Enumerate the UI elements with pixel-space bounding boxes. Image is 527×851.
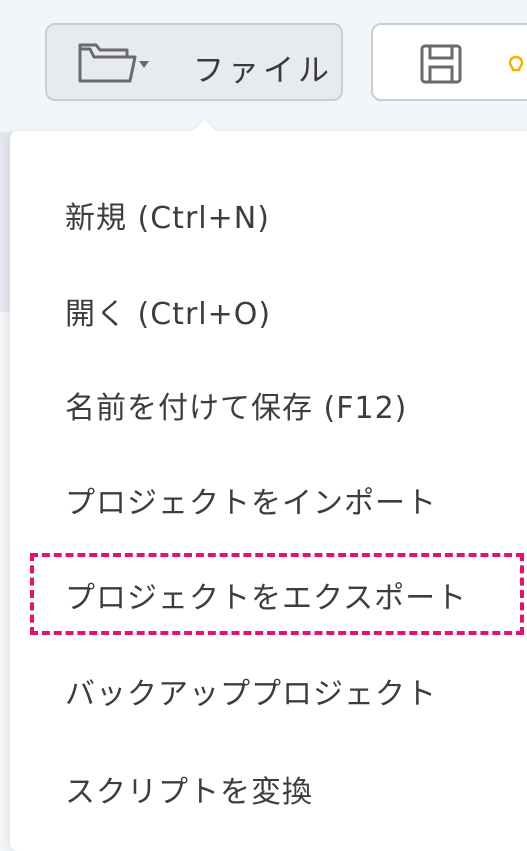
- file-menu-label: ファイル: [193, 53, 333, 89]
- menu-item-label: プロジェクトをエクスポート: [65, 581, 468, 616]
- save-icon: [419, 43, 463, 85]
- menu-item-label: スクリプトを変換: [65, 775, 313, 810]
- menu-item-import-project[interactable]: プロジェクトをインポート: [10, 452, 527, 548]
- file-menu-button[interactable]: ファイル: [45, 23, 343, 101]
- menu-item-export-project[interactable]: プロジェクトをエクスポート: [10, 547, 527, 643]
- menu-item-convert-script[interactable]: スクリプトを変換: [10, 741, 527, 837]
- menu-item-label: バックアッププロジェクト: [65, 677, 437, 712]
- lightbulb-icon: [508, 55, 524, 75]
- menu-item-new[interactable]: 新規 (Ctrl+N): [10, 167, 527, 263]
- folder-dropdown-icon: [77, 41, 157, 85]
- file-dropdown-menu: 新規 (Ctrl+N) 開く (Ctrl+O) 名前を付けて保存 (F12) プ…: [10, 131, 527, 851]
- toolbar: ファイル: [0, 0, 527, 132]
- menu-item-label: 名前を付けて保存 (F12): [65, 391, 408, 426]
- save-button[interactable]: [371, 23, 527, 101]
- menu-item-label: 開く (Ctrl+O): [65, 297, 272, 332]
- menu-item-label: 新規 (Ctrl+N): [65, 201, 270, 236]
- menu-caret: [193, 118, 217, 132]
- menu-item-save-as[interactable]: 名前を付けて保存 (F12): [10, 357, 527, 453]
- menu-item-label: プロジェクトをインポート: [65, 486, 437, 521]
- menu-item-open[interactable]: 開く (Ctrl+O): [10, 263, 527, 359]
- menu-item-backup-project[interactable]: バックアッププロジェクト: [10, 643, 527, 739]
